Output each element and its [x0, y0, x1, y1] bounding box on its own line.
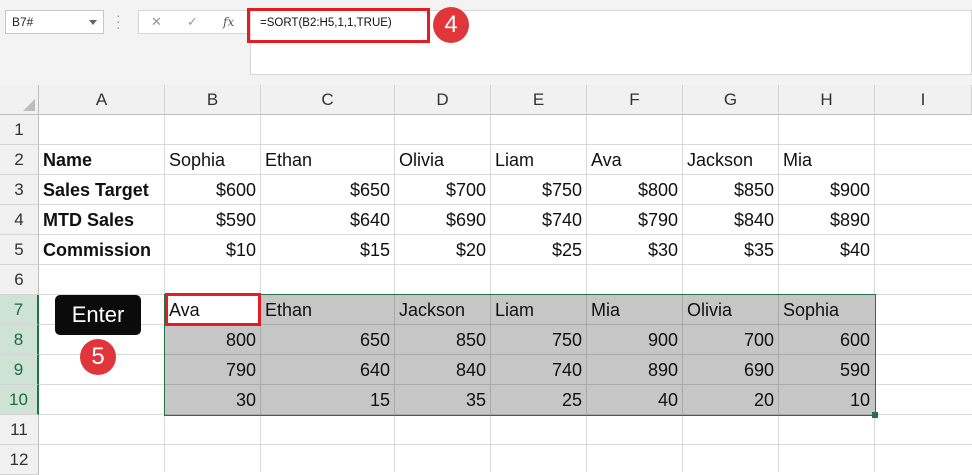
cell-h5[interactable]: $40 [779, 235, 875, 265]
cell-f5[interactable]: $30 [587, 235, 683, 265]
column-header-b[interactable]: B [165, 85, 261, 115]
cell-b2[interactable]: Sophia [165, 145, 261, 175]
row-header-9[interactable]: 9 [0, 355, 39, 385]
check-icon[interactable]: ✓ [187, 14, 198, 30]
cell-f3[interactable]: $800 [587, 175, 683, 205]
column-header-f[interactable]: F [587, 85, 683, 115]
column-header-i[interactable]: I [875, 85, 972, 115]
formula-buttons: ✕ ✓ fx [138, 10, 248, 34]
row-header-10[interactable]: 10 [0, 385, 39, 415]
row-header-1[interactable]: 1 [0, 115, 39, 145]
cell-d5[interactable]: $20 [395, 235, 491, 265]
step-4-badge: 4 [433, 7, 469, 43]
insert-function-icon[interactable]: fx [223, 15, 234, 29]
row-header-5[interactable]: 5 [0, 235, 39, 265]
row-header-2[interactable]: 2 [0, 145, 39, 175]
cell-a3[interactable]: Sales Target [39, 175, 165, 205]
row-header-3[interactable]: 3 [0, 175, 39, 205]
cell-h4[interactable]: $890 [779, 205, 875, 235]
cell-c5[interactable]: $15 [261, 235, 395, 265]
cancel-icon[interactable]: ✕ [151, 14, 162, 30]
cell-c3[interactable]: $650 [261, 175, 395, 205]
cell-b4[interactable]: $590 [165, 205, 261, 235]
step-5-badge: 5 [80, 339, 116, 375]
cell-d2[interactable]: Olivia [395, 145, 491, 175]
column-header-a[interactable]: A [39, 85, 165, 115]
formula-highlight-box [247, 8, 430, 43]
enter-key-label: Enter [55, 295, 141, 335]
column-header-g[interactable]: G [683, 85, 779, 115]
row-header-11[interactable]: 11 [0, 415, 39, 445]
column-header-d[interactable]: D [395, 85, 491, 115]
row-header-7[interactable]: 7 [0, 295, 39, 325]
spill-range-border [164, 294, 876, 416]
row-header-12[interactable]: 12 [0, 445, 39, 475]
cell-e2[interactable]: Liam [491, 145, 587, 175]
cell-c4[interactable]: $640 [261, 205, 395, 235]
name-box[interactable]: B7# [5, 10, 104, 34]
cell-b5[interactable]: $10 [165, 235, 261, 265]
column-header-e[interactable]: E [491, 85, 587, 115]
column-header-c[interactable]: C [261, 85, 395, 115]
select-all-corner[interactable] [0, 85, 39, 115]
cell-g2[interactable]: Jackson [683, 145, 779, 175]
fill-handle[interactable] [872, 412, 878, 418]
cell-f4[interactable]: $790 [587, 205, 683, 235]
row-header-4[interactable]: 4 [0, 205, 39, 235]
cell-e4[interactable]: $740 [491, 205, 587, 235]
row-header-6[interactable]: 6 [0, 265, 39, 295]
cell-e5[interactable]: $25 [491, 235, 587, 265]
cell-f2[interactable]: Ava [587, 145, 683, 175]
cell-d3[interactable]: $700 [395, 175, 491, 205]
cell-c2[interactable]: Ethan [261, 145, 395, 175]
grip-dots-icon[interactable]: · · · [116, 8, 121, 34]
cell-a4[interactable]: MTD Sales [39, 205, 165, 235]
cell-b7[interactable]: Ava [165, 295, 261, 325]
column-header-h[interactable]: H [779, 85, 875, 115]
cell-g4[interactable]: $840 [683, 205, 779, 235]
row-header-8[interactable]: 8 [0, 325, 39, 355]
cell-a5[interactable]: Commission [39, 235, 165, 265]
cell-h2[interactable]: Mia [779, 145, 875, 175]
cell-h3[interactable]: $900 [779, 175, 875, 205]
chevron-down-icon[interactable] [89, 20, 97, 25]
cell-d4[interactable]: $690 [395, 205, 491, 235]
cell-e3[interactable]: $750 [491, 175, 587, 205]
cell-g3[interactable]: $850 [683, 175, 779, 205]
cell-g5[interactable]: $35 [683, 235, 779, 265]
cell-b3[interactable]: $600 [165, 175, 261, 205]
cell-a2[interactable]: Name [39, 145, 165, 175]
name-box-value: B7# [12, 15, 34, 29]
